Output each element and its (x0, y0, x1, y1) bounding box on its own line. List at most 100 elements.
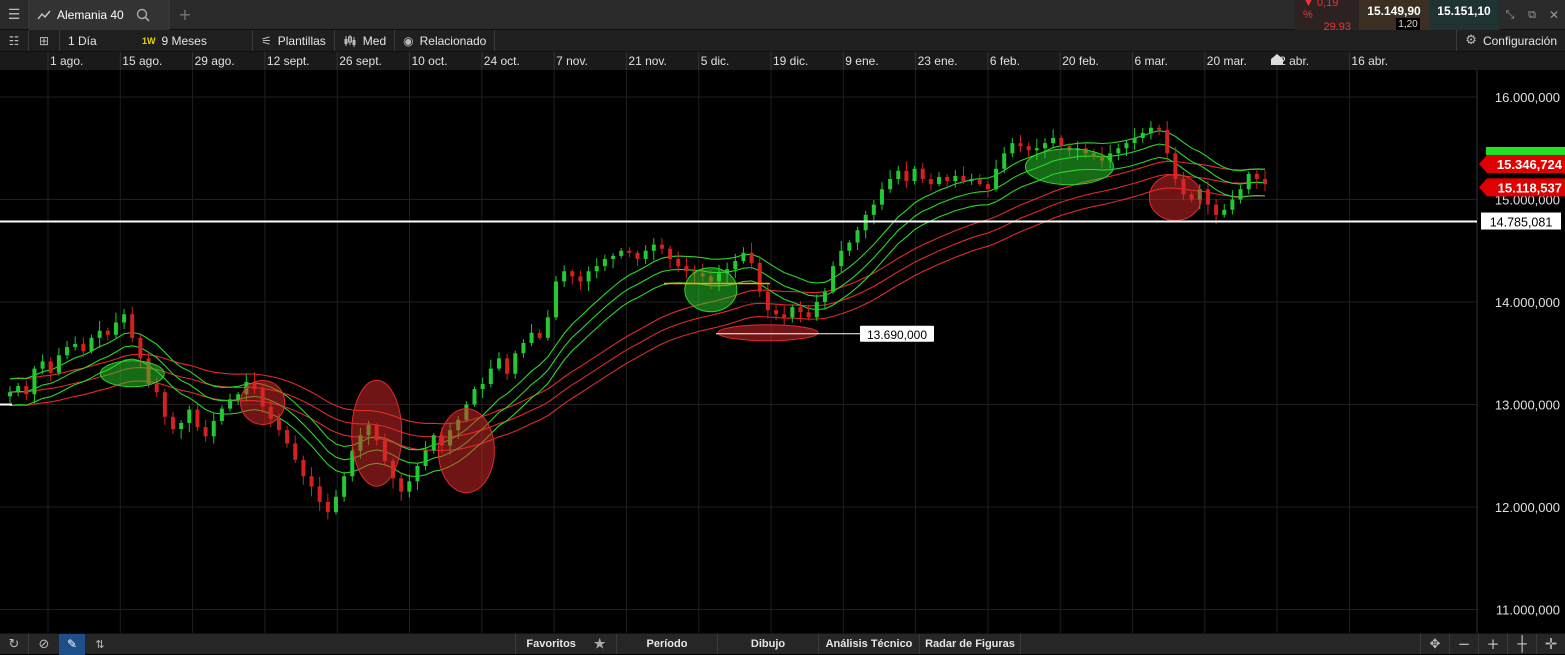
interval-selector[interactable]: 1 Día (60, 30, 140, 51)
candle-body (602, 258, 607, 267)
candle-body (643, 250, 648, 259)
candle-body (1042, 143, 1047, 149)
technical-analysis-button[interactable]: Análisis Técnico (818, 634, 919, 654)
candle (1157, 124, 1162, 136)
pencil-button[interactable]: ✎ (59, 633, 85, 655)
ask-box[interactable]: 15.151,10 (1429, 0, 1499, 30)
instrument-tab[interactable]: Alemania 40 (29, 0, 169, 30)
candle (399, 472, 404, 501)
candle (554, 276, 559, 321)
candle-body (1238, 189, 1243, 200)
add-tab-icon[interactable]: + (170, 5, 200, 24)
candle-body (285, 430, 290, 444)
candle (831, 261, 836, 294)
pattern-radar-button[interactable]: Radar de Figuras (919, 634, 1021, 654)
candle-body (122, 314, 127, 323)
price-chart[interactable]: 11.000,000 12.000,000 13.000,000 14.000,000… (0, 70, 1565, 633)
range-selector[interactable]: 1W 9 Meses (140, 30, 252, 51)
search-icon[interactable] (136, 8, 150, 22)
expand-icon[interactable]: ✛ (1537, 634, 1565, 655)
candle-body (765, 291, 770, 311)
candle (651, 238, 656, 261)
candle (423, 441, 428, 471)
candle-body (472, 389, 477, 405)
drawing-button[interactable]: Dibujo (717, 634, 818, 654)
candle (488, 359, 493, 388)
x-tick-label: 12 sept. (267, 54, 310, 68)
candle-body (635, 252, 640, 259)
candle (537, 329, 542, 340)
candle-body (1018, 143, 1023, 147)
candle-body (40, 361, 45, 369)
candle-body (977, 179, 982, 185)
period-button[interactable]: Período (616, 634, 717, 654)
candle (920, 162, 925, 184)
median-button[interactable]: Med (335, 30, 394, 51)
candle (619, 248, 624, 259)
related-button[interactable]: ◉ Relacionado (395, 30, 494, 51)
ma-red-upper (9, 160, 1265, 425)
crosshair-move-icon[interactable]: ✥ (1421, 634, 1449, 655)
candle-body (1205, 189, 1210, 205)
candle (1214, 198, 1219, 225)
candle (415, 462, 420, 490)
candle-body (1034, 148, 1039, 151)
chart-toolbar: ☷ ⊞ 1 Día 1W 9 Meses ⚟ Plantillas Med ◉ … (0, 30, 1565, 52)
candle (977, 173, 982, 187)
favorites-button[interactable]: Favoritos ★ (515, 634, 616, 654)
x-tick-label: 5 dic. (701, 54, 730, 68)
spread-value: 1,20 (1398, 18, 1418, 30)
candle (1230, 190, 1235, 215)
candle (130, 306, 135, 343)
candle-body (219, 408, 224, 421)
candle-body (733, 261, 738, 270)
candle (1246, 171, 1251, 195)
candle-body (855, 230, 860, 243)
highlight-ellipse-green-3 (1024, 148, 1114, 186)
templates-button[interactable]: ⚟ Plantillas (253, 30, 334, 51)
candle (162, 388, 167, 426)
settings-button[interactable]: ⚙ Configuración (1457, 30, 1565, 51)
refresh-icon[interactable]: ↻ (0, 634, 28, 655)
related-label: Relacionado (419, 33, 487, 48)
candle-body (399, 478, 404, 492)
spread-box: 1,20 (1396, 18, 1420, 30)
block-icon[interactable]: ⊘ (29, 634, 59, 655)
collapse-icon[interactable]: ⤡ (1499, 8, 1521, 22)
x-tick-label: 7 nov. (556, 54, 588, 68)
zoom-in-icon[interactable]: + (1479, 634, 1507, 655)
candle-body (32, 368, 37, 395)
date-axis: 1 ago. 15 ago. 29 ago. 12 sept. 26 sept. 10 o… (0, 52, 1565, 70)
candle (32, 365, 37, 404)
candle-body (961, 175, 966, 182)
candle (236, 391, 241, 405)
list-icon[interactable]: ☷ (0, 30, 28, 52)
candle-body (945, 176, 950, 182)
candle-body (97, 330, 102, 338)
candle (203, 420, 208, 442)
ma-green-lower (9, 156, 1266, 478)
zoom-out-icon[interactable]: − (1450, 634, 1478, 655)
candle-body (627, 250, 632, 253)
candle (187, 405, 192, 433)
close-icon[interactable]: ✕ (1543, 8, 1565, 22)
candle (505, 354, 510, 380)
updown-icon[interactable]: ⇅ (85, 634, 115, 655)
change-box: ▼ 0,19 % 29,93 (1295, 0, 1359, 33)
candle (219, 405, 224, 425)
candle (896, 165, 901, 185)
grid-layout-icon[interactable]: ⊞ (29, 30, 59, 52)
candle-body (423, 450, 428, 466)
menu-icon[interactable]: ☰ (0, 0, 28, 30)
interval-label: 1 Día (68, 33, 97, 48)
candle-body (757, 263, 762, 292)
candle (170, 411, 175, 435)
crosshair-icon[interactable]: ┼ (1508, 634, 1536, 655)
candle-body (1246, 173, 1251, 190)
popout-icon[interactable]: ⧉ (1521, 8, 1543, 22)
candle-body (1230, 199, 1235, 210)
candle (782, 305, 787, 326)
favorites-label: Favoritos (526, 638, 576, 650)
candle (1165, 120, 1170, 162)
highlight-ellipse-red-4 (717, 324, 819, 342)
